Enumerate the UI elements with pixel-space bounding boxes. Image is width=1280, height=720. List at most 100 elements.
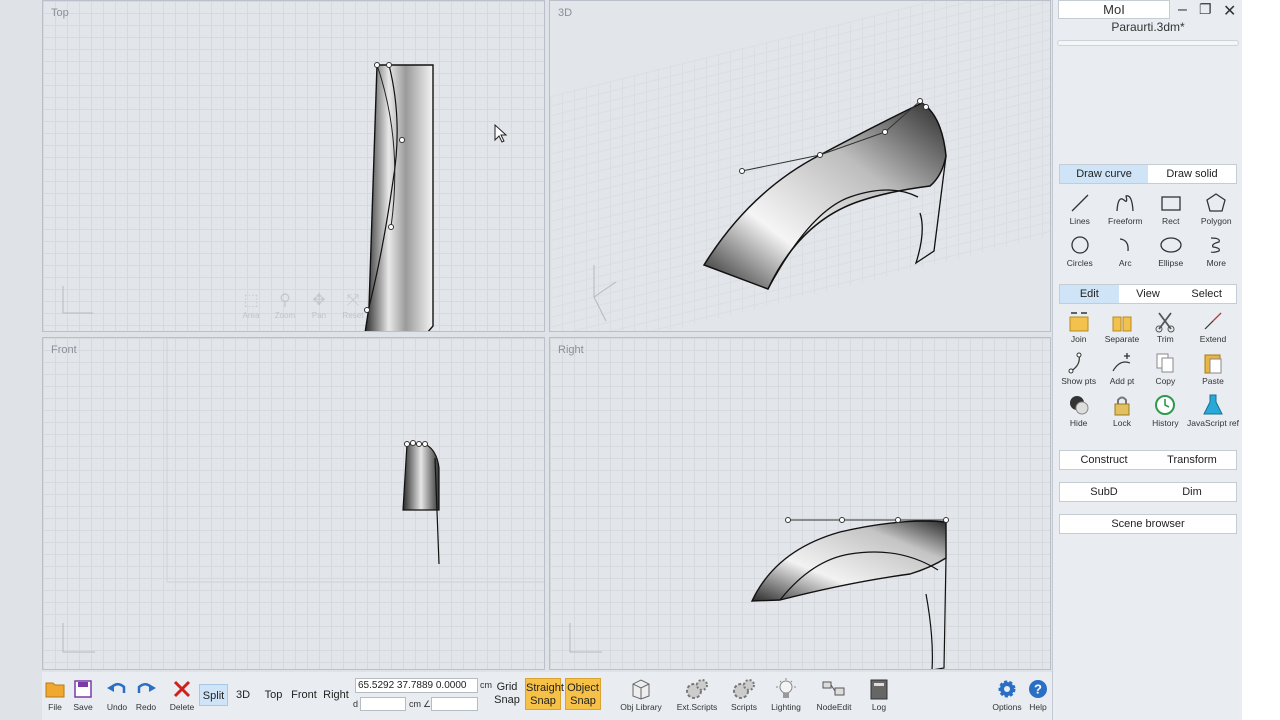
coordinate-input[interactable]: 65.5292 37.7889 0.0000 — [355, 678, 478, 693]
node-edit-button[interactable]: NodeEdit — [812, 676, 856, 712]
nav-area[interactable]: ⬚ Area — [237, 291, 265, 320]
maximize-icon[interactable]: ❐ — [1199, 1, 1212, 18]
options-label: Options — [992, 702, 1022, 712]
undo-button[interactable]: Undo — [104, 676, 130, 712]
ellipse-icon — [1160, 237, 1182, 253]
tool-separate-label: Separate — [1104, 334, 1140, 344]
tool-trim[interactable]: Trim — [1144, 308, 1187, 344]
construct-button[interactable]: Construct — [1060, 451, 1148, 469]
delete-button[interactable]: Delete — [168, 676, 196, 712]
lighting-label: Lighting — [771, 702, 801, 712]
join-icon — [1069, 312, 1089, 332]
distance-label: d — [353, 699, 359, 709]
tool-ellipse[interactable]: Ellipse — [1148, 232, 1194, 268]
viewport-front[interactable]: Front — [42, 337, 545, 670]
tool-lock[interactable]: Lock — [1100, 392, 1143, 428]
subd-button[interactable]: SubD — [1060, 483, 1148, 501]
tool-add-pt[interactable]: Add pt — [1100, 350, 1143, 386]
lock-icon — [1114, 396, 1130, 416]
ext-scripts-label: Ext.Scripts — [676, 702, 718, 712]
right-view-drawing — [569, 517, 949, 669]
add-point-icon — [1112, 353, 1131, 372]
save-button[interactable]: Save — [70, 676, 96, 712]
tab-edit[interactable]: Edit — [1060, 285, 1119, 303]
view-right-button[interactable]: Right — [320, 684, 352, 706]
tool-show-pts[interactable]: Show pts — [1057, 350, 1100, 386]
delete-icon — [173, 680, 191, 698]
tab-draw-curve[interactable]: Draw curve — [1060, 165, 1148, 183]
help-button[interactable]: ? Help — [1026, 676, 1050, 712]
straight-snap-line1: Straight — [526, 682, 564, 694]
ext-scripts-button[interactable]: Ext.Scripts — [674, 676, 720, 712]
tool-rect[interactable]: Rect — [1148, 190, 1194, 226]
help-label: Help — [1029, 702, 1047, 712]
tool-extend-label: Extend — [1199, 334, 1227, 344]
distance-input[interactable] — [360, 697, 406, 711]
viewport-3d[interactable]: 3D — [549, 0, 1051, 332]
close-icon[interactable]: ✕ — [1223, 1, 1236, 21]
tool-more[interactable]: More — [1194, 232, 1240, 268]
command-panel: MoI – ❐ ✕ Paraurti.3dm* Draw curve Draw … — [1052, 0, 1242, 720]
help-icon: ? — [1029, 680, 1047, 698]
redo-button[interactable]: Redo — [133, 676, 159, 712]
tool-arc[interactable]: Arc — [1103, 232, 1149, 268]
lighting-icon — [776, 678, 796, 698]
area-icon: ⬚ — [243, 292, 259, 309]
tool-javascript-ref[interactable]: JavaScript ref — [1187, 392, 1239, 428]
angle-input[interactable] — [431, 697, 478, 711]
node-edit-label: NodeEdit — [816, 702, 852, 712]
hide-icon — [1069, 396, 1089, 415]
view-split-button[interactable]: Split — [199, 684, 228, 706]
tool-paste[interactable]: Paste — [1187, 350, 1239, 386]
zoom-icon: ⚲ — [279, 292, 291, 309]
save-label: Save — [73, 702, 93, 712]
object-snap-line2: Snap — [570, 695, 596, 707]
options-button[interactable]: Options — [990, 676, 1024, 712]
scene-browser-button[interactable]: Scene browser — [1060, 515, 1236, 533]
show-points-icon — [1068, 352, 1082, 374]
tab-select[interactable]: Select — [1177, 285, 1236, 303]
tool-rect-label: Rect — [1162, 216, 1180, 226]
nav-reset[interactable]: ⤧ Reset — [339, 291, 367, 320]
straight-snap-toggle[interactable]: Straight Snap — [525, 678, 564, 710]
tool-freeform[interactable]: Freeform — [1103, 190, 1149, 226]
tool-extend[interactable]: Extend — [1187, 308, 1239, 344]
tool-history[interactable]: History — [1144, 392, 1187, 428]
tool-lock-label: Lock — [1113, 418, 1131, 428]
nav-zoom[interactable]: ⚲ Zoom — [271, 291, 299, 320]
dim-button[interactable]: Dim — [1148, 483, 1236, 501]
view-top-button[interactable]: Top — [260, 684, 287, 706]
nav-reset-label: Reset — [342, 311, 364, 320]
tool-separate[interactable]: Separate — [1100, 308, 1143, 344]
obj-library-button[interactable]: Obj Library — [618, 676, 664, 712]
gear-icon — [998, 680, 1016, 698]
app-title[interactable]: MoI — [1058, 0, 1170, 19]
viewport-right[interactable]: Right — [549, 337, 1051, 670]
scripts-button[interactable]: Scripts — [724, 676, 764, 712]
object-snap-toggle[interactable]: Object Snap — [565, 678, 601, 710]
tool-lines[interactable]: Lines — [1057, 190, 1103, 226]
transform-button[interactable]: Transform — [1148, 451, 1236, 469]
tool-polygon[interactable]: Polygon — [1194, 190, 1240, 226]
tool-circles[interactable]: Circles — [1057, 232, 1103, 268]
view-3d-button[interactable]: 3D — [230, 684, 256, 706]
file-button[interactable]: File — [42, 676, 68, 712]
pan-icon: ✥ — [312, 292, 326, 309]
tab-view[interactable]: View — [1119, 285, 1178, 303]
tool-show-pts-label: Show pts — [1061, 376, 1097, 386]
grid-snap-toggle[interactable]: Grid Snap — [489, 678, 525, 710]
minimize-icon[interactable]: – — [1178, 1, 1187, 19]
trim-icon — [1155, 312, 1175, 333]
log-button[interactable]: Log — [866, 676, 892, 712]
tool-join[interactable]: Join — [1057, 308, 1100, 344]
tool-copy[interactable]: Copy — [1144, 350, 1187, 386]
view-front-button[interactable]: Front — [289, 684, 319, 706]
viewport-top[interactable]: Top ⬚ Area ⚲ Zoom ✥ Pan ⤧ Reset — [42, 0, 545, 332]
tool-hide[interactable]: Hide — [1057, 392, 1100, 428]
tool-paste-label: Paste — [1202, 376, 1224, 386]
obj-library-icon — [632, 679, 650, 700]
lighting-button[interactable]: Lighting — [768, 676, 804, 712]
nav-pan[interactable]: ✥ Pan — [305, 291, 333, 320]
tab-draw-solid[interactable]: Draw solid — [1148, 165, 1236, 183]
nav-tools: ⬚ Area ⚲ Zoom ✥ Pan ⤧ Reset — [237, 291, 367, 320]
